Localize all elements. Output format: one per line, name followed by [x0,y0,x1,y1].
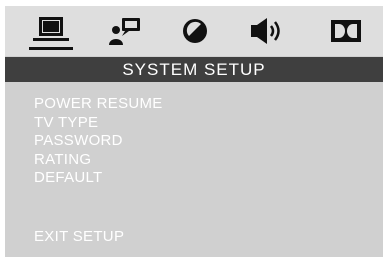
page-title: SYSTEM SETUP [122,59,266,79]
menu-item-rating[interactable]: RATING [34,151,163,170]
menu-item-password[interactable]: PASSWORD [34,132,163,151]
setup-screen: SYSTEM SETUP POWER RESUME TV TYPE PASSWO… [5,6,383,257]
tab-bar [5,6,383,56]
dolby-icon [328,15,364,47]
speaker-icon [247,15,287,47]
menu-item-power-resume[interactable]: POWER RESUME [34,95,163,114]
tab-audio[interactable] [244,12,290,50]
menu-item-tv-type[interactable]: TV TYPE [34,114,163,133]
setup-menu: POWER RESUME TV TYPE PASSWORD RATING DEF… [34,95,163,188]
tab-dolby[interactable] [324,12,368,50]
tab-video[interactable] [175,12,215,50]
tab-system[interactable] [25,12,77,50]
tab-selected-indicator [29,47,73,50]
monitor-icon [29,15,73,47]
menu-item-default[interactable]: DEFAULT [34,169,163,188]
half-circle-icon [179,15,211,47]
speech-person-icon [107,15,143,47]
exit-setup-button[interactable]: EXIT SETUP [34,228,124,246]
tab-language[interactable] [102,12,148,50]
title-bar: SYSTEM SETUP [5,57,383,82]
